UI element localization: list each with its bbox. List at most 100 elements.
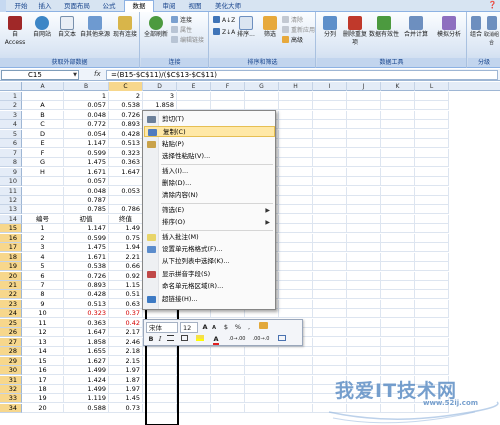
tab-view[interactable]: 视图 (184, 1, 206, 12)
cell-i28[interactable] (313, 347, 347, 357)
cell-g24[interactable] (245, 309, 279, 319)
cell-b34[interactable]: 0.588 (64, 403, 109, 413)
percent-format-button[interactable]: % (233, 322, 243, 332)
cell-b19[interactable]: 0.538 (64, 262, 109, 272)
cell-h30[interactable] (279, 366, 313, 376)
menu-item-2[interactable]: 复制(C) (144, 126, 275, 138)
cell-b11[interactable]: 0.048 (64, 186, 109, 196)
ungroup-button[interactable]: 取消组合 (484, 16, 499, 47)
cell-l12[interactable] (415, 195, 449, 205)
cell-i23[interactable] (313, 299, 347, 309)
cell-l9[interactable] (415, 167, 449, 177)
menu-item-11[interactable]: 设置单元格格式(F)... (144, 244, 275, 255)
cell-b7[interactable]: 0.599 (64, 148, 109, 158)
cell-k25[interactable] (381, 318, 415, 328)
cell-h22[interactable] (279, 290, 313, 300)
cell-i20[interactable] (313, 271, 347, 281)
cell-l24[interactable] (415, 309, 449, 319)
cell-c10[interactable] (109, 177, 143, 187)
cell-j12[interactable] (347, 195, 381, 205)
cell-c2[interactable]: 0.538 (109, 101, 143, 111)
row-header[interactable]: 3 (0, 110, 22, 120)
cell-j18[interactable] (347, 252, 381, 262)
cell-c25[interactable]: 0.42 (109, 318, 143, 328)
properties-button[interactable]: 属性 (171, 26, 192, 35)
cell-l14[interactable] (415, 214, 449, 224)
column-header-c[interactable]: C (109, 82, 143, 91)
cell-a32[interactable]: 18 (22, 384, 64, 394)
cell-h14[interactable] (279, 214, 313, 224)
cell-h3[interactable] (279, 110, 313, 120)
shrink-font-button[interactable]: A (210, 323, 218, 333)
cell-k28[interactable] (381, 347, 415, 357)
cell-j14[interactable] (347, 214, 381, 224)
cell-g33[interactable] (245, 394, 279, 404)
column-header-d[interactable]: D (143, 82, 177, 91)
cell-c14[interactable]: 终值 (109, 214, 143, 224)
menu-item-13[interactable]: 显示拼音字段(S) (144, 269, 275, 280)
cell-b12[interactable]: 0.787 (64, 195, 109, 205)
consolidate-button[interactable]: 合并计算 (401, 16, 431, 39)
cell-b20[interactable]: 0.726 (64, 271, 109, 281)
cell-a26[interactable]: 12 (22, 328, 64, 338)
cell-l13[interactable] (415, 205, 449, 215)
cell-a12[interactable] (22, 195, 64, 205)
cell-a33[interactable]: 19 (22, 394, 64, 404)
row-header[interactable]: 29 (0, 356, 22, 366)
cell-j16[interactable] (347, 233, 381, 243)
row-header[interactable]: 32 (0, 384, 22, 394)
cell-j7[interactable] (347, 148, 381, 158)
column-header-j[interactable]: J (347, 82, 381, 91)
cell-c22[interactable]: 0.51 (109, 290, 143, 300)
row-header[interactable]: 30 (0, 366, 22, 376)
cell-b22[interactable]: 0.428 (64, 290, 109, 300)
cell-j19[interactable] (347, 262, 381, 272)
cell-e34[interactable] (177, 403, 211, 413)
cell-j23[interactable] (347, 299, 381, 309)
cell-i19[interactable] (313, 262, 347, 272)
cell-i16[interactable] (313, 233, 347, 243)
cell-h2[interactable] (279, 101, 313, 111)
cell-c16[interactable]: 0.75 (109, 233, 143, 243)
sort-ascending-button[interactable]: A↓Z (213, 16, 235, 25)
decrease-decimal-button[interactable]: .00→.0 (250, 334, 272, 344)
menu-item-12[interactable]: 从下拉列表中选择(K)... (144, 256, 275, 267)
cell-b26[interactable]: 1.647 (64, 328, 109, 338)
what-if-analysis-button[interactable]: 模拟分析 (433, 16, 465, 39)
cell-d33[interactable] (143, 394, 177, 404)
cell-l20[interactable] (415, 271, 449, 281)
cell-j26[interactable] (347, 328, 381, 338)
row-header[interactable]: 25 (0, 318, 22, 328)
cell-c12[interactable] (109, 195, 143, 205)
column-header-k[interactable]: K (381, 82, 415, 91)
data-validation-button[interactable]: 数据有效性 (369, 16, 399, 39)
tab-insert[interactable]: 插入 (34, 1, 56, 12)
font-color-button[interactable]: A (209, 334, 223, 345)
cell-h7[interactable] (279, 148, 313, 158)
row-header[interactable]: 34 (0, 403, 22, 413)
sort-descending-button[interactable]: Z↓A (213, 28, 235, 37)
cell-a24[interactable]: 10 (22, 309, 64, 319)
cell-k29[interactable] (381, 356, 415, 366)
cell-l6[interactable] (415, 139, 449, 149)
column-header-e[interactable]: E (177, 82, 211, 91)
cell-a30[interactable]: 16 (22, 366, 64, 376)
cell-k21[interactable] (381, 281, 415, 290)
cell-b21[interactable]: 0.893 (64, 281, 109, 290)
row-header[interactable]: 11 (0, 186, 22, 196)
cell-b9[interactable]: 1.671 (64, 167, 109, 177)
cell-a5[interactable]: D (22, 129, 64, 139)
row-header[interactable]: 13 (0, 205, 22, 215)
menu-item-8[interactable]: 筛选(E) ▶ (144, 205, 275, 216)
cell-c21[interactable]: 1.15 (109, 281, 143, 290)
cell-d34[interactable] (143, 403, 177, 413)
cell-h19[interactable] (279, 262, 313, 272)
cell-a9[interactable]: H (22, 167, 64, 177)
cell-a14[interactable]: 编号 (22, 214, 64, 224)
cell-d28[interactable] (143, 347, 177, 357)
cell-i22[interactable] (313, 290, 347, 300)
cell-j28[interactable] (347, 347, 381, 357)
cell-g31[interactable] (245, 375, 279, 385)
cell-h28[interactable] (279, 347, 313, 357)
cell-b8[interactable]: 1.475 (64, 158, 109, 168)
